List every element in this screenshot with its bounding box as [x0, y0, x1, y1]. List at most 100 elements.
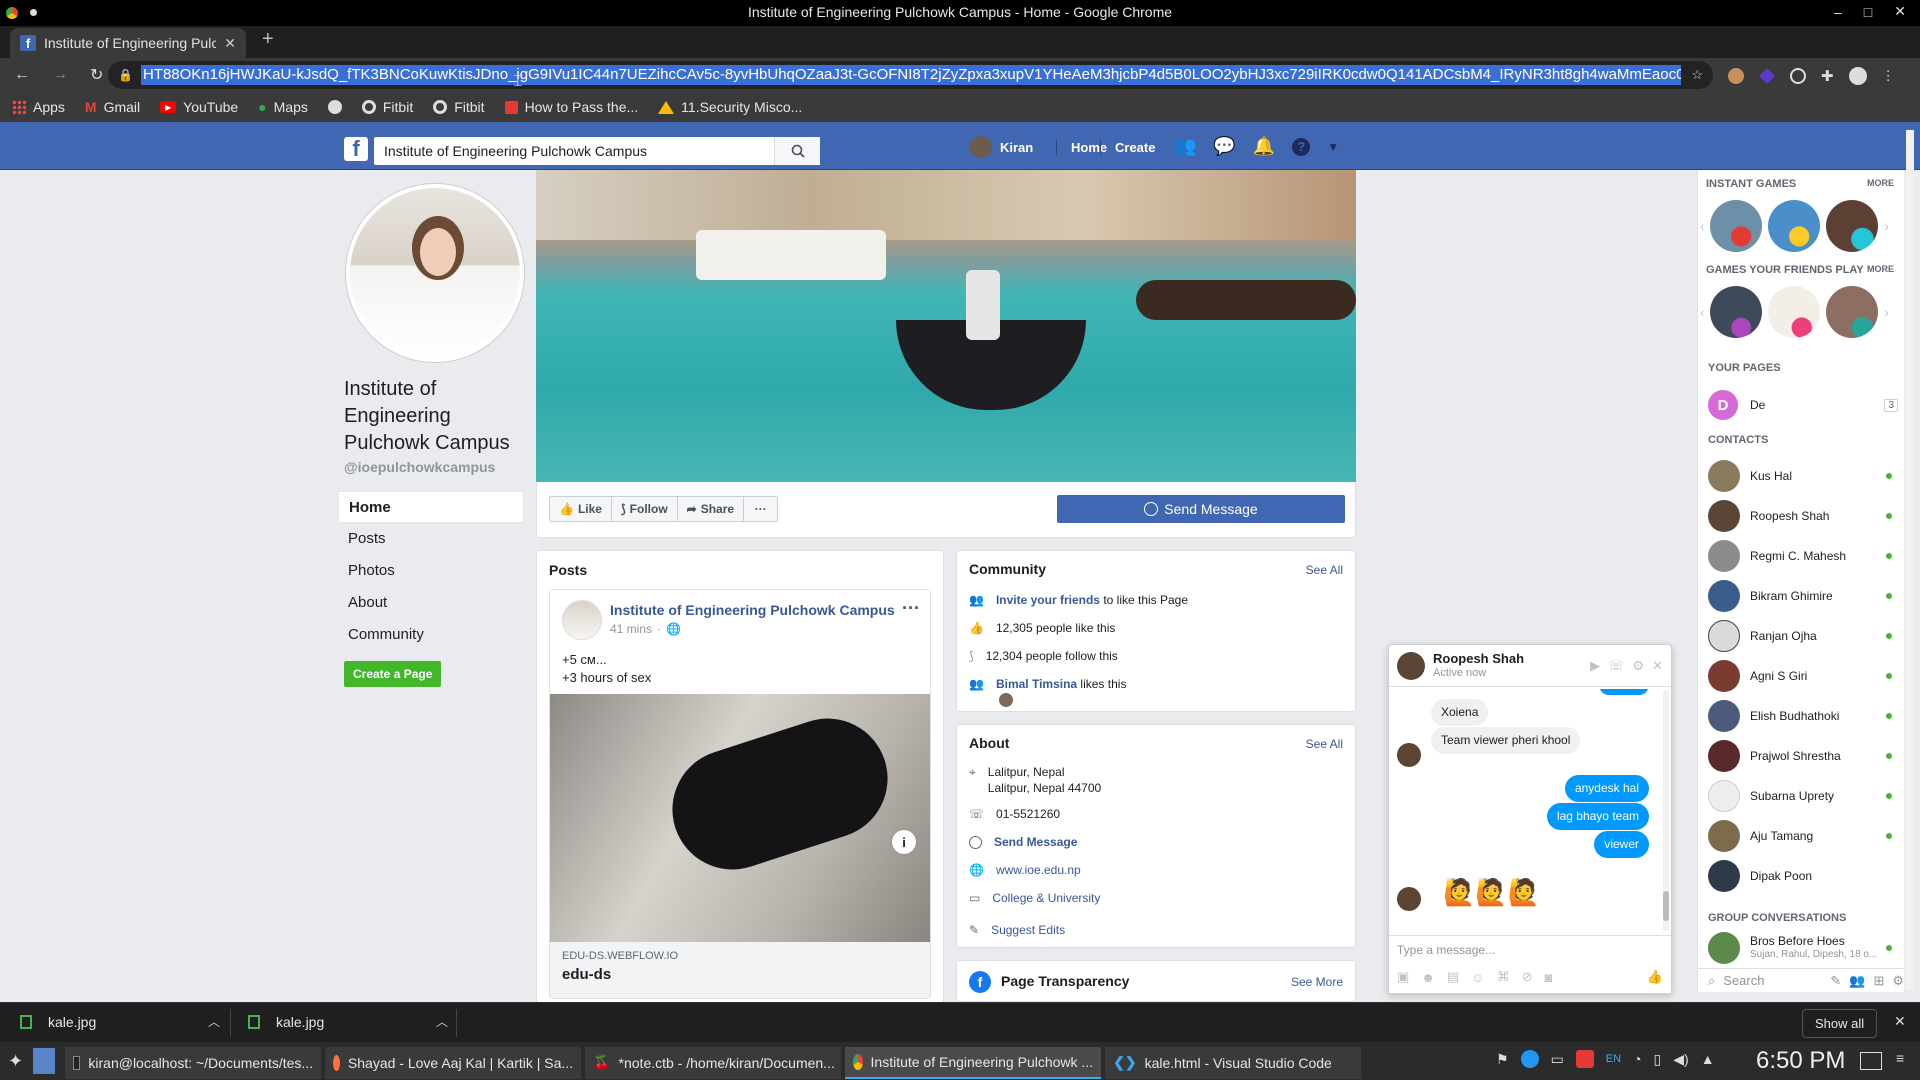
clipboard-icon[interactable]: ▯ — [1654, 1051, 1662, 1068]
emoji-icon[interactable]: ☺ — [1471, 970, 1484, 985]
page-nav-about[interactable]: About — [338, 587, 528, 619]
game-thumbnail-3[interactable] — [1826, 200, 1879, 252]
contact-item[interactable]: Regmi C. Mahesh — [1698, 536, 1904, 576]
address-bar[interactable]: 🔒 HT88OKn16jHWJKaU-kJsdQ_fTK3BNCoKuwKtis… — [108, 61, 1713, 89]
back-icon[interactable]: ← — [14, 66, 30, 84]
bookmark-security[interactable]: 11.Security Misco... — [658, 99, 802, 115]
bookmark-maps[interactable]: ● Maps — [258, 99, 308, 115]
bookmark-apps[interactable]: Apps — [12, 99, 65, 115]
contact-item[interactable]: Agni S Giri — [1698, 656, 1904, 696]
contact-item[interactable]: Dipak Poon — [1698, 856, 1904, 896]
contact-item[interactable]: Subarna Uprety — [1698, 776, 1904, 816]
friend-avatar[interactable] — [999, 693, 1013, 707]
tray-expand-icon[interactable]: ▲ — [1701, 1051, 1715, 1067]
your-page-item[interactable]: D De 3 — [1708, 390, 1898, 420]
category-link[interactable]: College & University — [992, 891, 1100, 905]
contacts-search-bar[interactable]: ⌕ Search ✎ 👥 ⊞ ⚙ — [1698, 968, 1904, 992]
page-nav-photos[interactable]: Photos — [338, 555, 528, 587]
create-page-button[interactable]: Create a Page — [344, 661, 442, 687]
maximize-icon[interactable]: □ — [1864, 4, 1872, 20]
task-cherrytree[interactable]: 🍒 *note.ctb - /home/kiran/Documen... — [585, 1046, 842, 1079]
bookmark-how-to-pass[interactable]: How to Pass the... — [504, 99, 638, 115]
more-actions-button[interactable]: ··· — [744, 496, 779, 522]
like-button[interactable]: 👍 Like — [549, 496, 612, 522]
games-prev-icon[interactable]: ‹ — [1700, 219, 1704, 234]
friends-games-prev-icon[interactable]: ‹ — [1700, 305, 1704, 320]
community-see-all-link[interactable]: See All — [1306, 563, 1343, 577]
close-window-icon[interactable]: ✕ — [1894, 3, 1906, 20]
chrome-menu-icon[interactable]: ⋮ — [1882, 68, 1895, 84]
voice-call-icon[interactable]: ☏ — [1608, 658, 1624, 674]
suggest-edits-link[interactable]: Suggest Edits — [991, 923, 1065, 937]
contact-item[interactable]: Bikram Ghimire — [1698, 576, 1904, 616]
phone-number[interactable]: 01-5521260 — [996, 807, 1060, 821]
url-text[interactable]: HT88OKn16jHWJKaU-kJsdQ_fTK3BNCoKuwKtisJD… — [140, 65, 1682, 85]
keyboard-layout[interactable]: EN — [1606, 1053, 1621, 1065]
friend-game-thumbnail-1[interactable] — [1710, 286, 1763, 338]
notifications-bell-icon[interactable]: 🔔 — [1253, 136, 1275, 157]
page-nav-home[interactable]: Home — [338, 491, 524, 523]
download-chevron-icon[interactable]: ︿ — [208, 1013, 220, 1030]
post-author-avatar[interactable] — [562, 600, 602, 640]
anydesk-tray-icon[interactable] — [1575, 1050, 1594, 1068]
website-link[interactable]: www.ioe.edu.np — [996, 863, 1081, 877]
new-tab-button[interactable]: + — [262, 28, 274, 51]
clock[interactable]: 6:50 PM — [1756, 1047, 1845, 1075]
games-next-icon[interactable]: › — [1884, 219, 1888, 234]
contact-item[interactable]: Roopesh Shah — [1698, 496, 1904, 536]
contact-item[interactable]: Aju Tamang — [1698, 816, 1904, 856]
post-link-image[interactable] — [550, 694, 930, 942]
transparency-see-more-link[interactable]: See More — [1291, 975, 1343, 989]
post-options-icon[interactable]: ··· — [902, 598, 920, 619]
download-item-2[interactable]: kale.jpg ︿ — [248, 1013, 448, 1030]
send-message-button[interactable]: Send Message — [1057, 495, 1345, 523]
friend-game-thumbnail-3[interactable] — [1826, 286, 1879, 338]
post-time[interactable]: 41 mins — [610, 622, 652, 636]
attach-file-icon[interactable]: ⌘ — [1497, 969, 1510, 985]
chat-contact-name[interactable]: Roopesh Shah — [1433, 651, 1582, 666]
teamviewer-tray-icon[interactable] — [1520, 1050, 1539, 1068]
chat-settings-icon[interactable]: ⚙ — [1632, 658, 1644, 674]
volume-icon[interactable]: ◀) — [1673, 1051, 1688, 1068]
task-terminal[interactable]: kiran@localhost: ~/Documents/tes... — [65, 1046, 322, 1079]
task-chrome[interactable]: Institute of Engineering Pulchowk ... — [845, 1046, 1102, 1079]
lock-icon[interactable]: 🔒 — [118, 68, 133, 82]
task-vscode[interactable]: ❮❯ kale.html - Visual Studio Code — [1105, 1046, 1362, 1079]
new-message-icon[interactable]: ✎ — [1830, 973, 1841, 989]
extension-cookie-icon[interactable] — [1728, 68, 1744, 84]
new-group-icon[interactable]: 👥 — [1849, 973, 1865, 989]
chat-message-input[interactable]: Type a message... — [1397, 943, 1495, 957]
minimize-icon[interactable]: – — [1834, 4, 1842, 20]
extension-diamond-icon[interactable] — [1759, 68, 1775, 84]
close-downloads-icon[interactable]: ✕ — [1894, 1013, 1906, 1030]
tab-active[interactable]: f Institute of Engineering Pulcl ✕ — [10, 28, 246, 58]
cover-photo[interactable] — [536, 170, 1356, 482]
updates-icon[interactable]: ⚑ — [1496, 1051, 1509, 1068]
video-call-icon[interactable]: ▶ — [1590, 658, 1600, 674]
game-thumbnail-ludo[interactable] — [1768, 200, 1821, 252]
page-scrollbar[interactable] — [1906, 130, 1914, 990]
bookmark-gmail[interactable]: M Gmail — [85, 99, 140, 115]
bookmark-fitbit-1[interactable]: Fitbit — [361, 99, 413, 115]
facebook-logo-icon[interactable]: f — [344, 136, 368, 161]
bookmark-github[interactable] — [327, 100, 342, 114]
friend-requests-icon[interactable]: 👥 — [1174, 136, 1196, 157]
create-link[interactable]: Create — [1100, 140, 1155, 155]
friends-games-more-link[interactable]: MORE — [1867, 264, 1894, 274]
help-icon[interactable]: ? — [1292, 137, 1311, 156]
user-avatar[interactable] — [970, 136, 992, 158]
friends-games-next-icon[interactable]: › — [1884, 305, 1888, 320]
download-chevron-icon[interactable]: ︿ — [436, 1013, 448, 1030]
settings-gear-icon[interactable]: ⚙ — [1892, 973, 1904, 989]
gif-icon[interactable]: ▤ — [1447, 969, 1459, 985]
chat-header[interactable]: Roopesh Shah Active now ▶ ☏ ⚙ ✕ — [1389, 645, 1671, 687]
thumbs-up-send-icon[interactable]: 👍 — [1647, 969, 1663, 985]
page-nav-community[interactable]: Community — [338, 619, 528, 651]
contact-item[interactable]: Prajwol Shrestha — [1698, 736, 1904, 776]
group-conversation-item[interactable]: Bros Before Hoes Sujan, Rahul, Dipesh, 18… — [1708, 932, 1898, 964]
facebook-search-input[interactable]: Institute of Engineering Pulchowk Campus — [374, 137, 820, 165]
camera-icon[interactable]: ◙ — [1544, 970, 1552, 985]
sticker-icon[interactable]: ☻ — [1421, 970, 1435, 985]
share-button[interactable]: ➦ Share — [677, 496, 745, 522]
bookmark-fitbit-2[interactable]: Fitbit — [433, 99, 485, 115]
